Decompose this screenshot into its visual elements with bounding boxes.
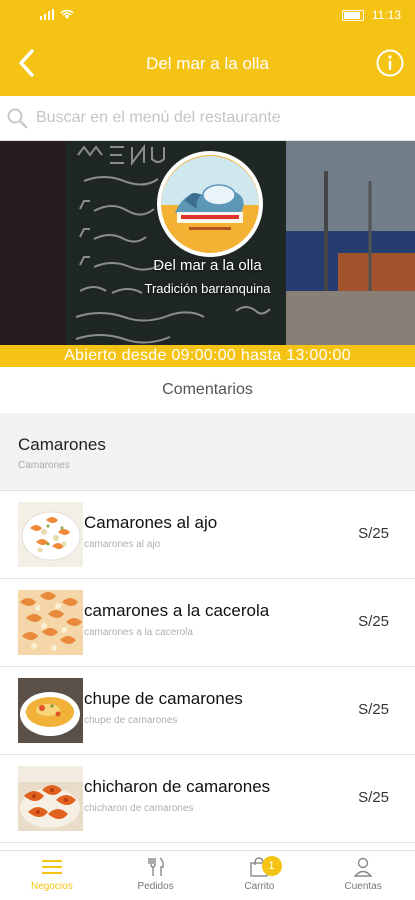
cart-count-badge: 1 bbox=[261, 856, 282, 876]
menu-item-name: Camarones al ajo bbox=[84, 513, 218, 532]
opening-hours: Abierto desde 09:00:00 hasta 13:00:00 bbox=[0, 345, 415, 367]
nav-label: Pedidos bbox=[137, 881, 174, 892]
menu-item-name: chicharon de camarones bbox=[84, 777, 271, 796]
menu-item-camarones-a-la-cacerola[interactable]: camarones a la cacerola camarones a la c… bbox=[0, 579, 415, 667]
status-time: 11:13 bbox=[371, 8, 401, 22]
category-subtitle: Camarones bbox=[18, 460, 70, 471]
restaurant-banner: Del mar a la olla Tradición barranquina bbox=[0, 141, 415, 345]
search-icon bbox=[6, 107, 28, 134]
nav-label: Carrito bbox=[244, 881, 275, 892]
menu-item-price: S/25 bbox=[358, 525, 389, 542]
restaurant-tagline: Tradición barranquina bbox=[144, 281, 271, 296]
app-bar: Del mar a la olla bbox=[0, 30, 415, 96]
chevron-left-icon bbox=[19, 49, 34, 77]
menu-item-description: camarones a la cacerola bbox=[84, 627, 193, 638]
page-title: Del mar a la olla bbox=[146, 54, 269, 73]
menu-item-price: S/25 bbox=[358, 613, 389, 630]
nav-label: Cuentas bbox=[344, 881, 382, 892]
nav-cuentas[interactable]: Cuentas bbox=[311, 851, 415, 900]
comments-button[interactable]: Comentarios bbox=[0, 367, 415, 413]
dish-photo bbox=[18, 678, 83, 743]
search-input[interactable] bbox=[36, 104, 406, 132]
category-header[interactable]: Camarones Camarones bbox=[0, 413, 415, 491]
nav-label: Negocios bbox=[31, 881, 73, 892]
category-title: Camarones bbox=[18, 435, 106, 454]
nav-carrito[interactable]: Carrito 1 bbox=[208, 851, 312, 900]
menu-item-camarones-al-ajo[interactable]: Camarones al ajo camarones al ajo S/25 bbox=[0, 491, 415, 579]
list-icon bbox=[41, 860, 62, 874]
menu-item-price: S/25 bbox=[358, 789, 389, 806]
wifi-icon bbox=[60, 9, 74, 23]
restaurant-name: Del mar a la olla bbox=[153, 257, 262, 274]
back-button[interactable] bbox=[8, 44, 44, 82]
menu-item-name: chupe de camarones bbox=[84, 689, 243, 708]
search-bar bbox=[0, 96, 415, 141]
status-bar: 11:13 bbox=[0, 0, 415, 30]
nav-pedidos[interactable]: Pedidos bbox=[104, 851, 208, 900]
menu-item-chicharon-de-camarones[interactable]: chicharon de camarones chicharon de cama… bbox=[0, 755, 415, 843]
menu-item-chupe-de-camarones[interactable]: chupe de camarones chupe de camarones S/… bbox=[0, 667, 415, 755]
info-icon bbox=[376, 49, 404, 77]
bottom-navigation: Negocios Pedidos Carrito 1 Cuentas bbox=[0, 850, 415, 900]
menu-item-name: camarones a la cacerola bbox=[84, 601, 270, 620]
menu-item-description: camarones al ajo bbox=[84, 539, 161, 550]
menu-item-description: chicharon de camarones bbox=[84, 803, 194, 814]
fork-knife-icon bbox=[147, 857, 164, 876]
menu-list: Camarones al ajo camarones al ajo S/25 c… bbox=[0, 491, 415, 843]
signal-icon bbox=[40, 9, 54, 23]
user-icon bbox=[353, 857, 373, 877]
restaurant-logo bbox=[157, 151, 263, 257]
info-button[interactable] bbox=[375, 48, 405, 78]
nav-negocios[interactable]: Negocios bbox=[0, 851, 104, 900]
battery-icon bbox=[341, 9, 364, 21]
menu-item-price: S/25 bbox=[358, 701, 389, 718]
dish-photo bbox=[18, 502, 83, 567]
dish-photo bbox=[18, 766, 83, 831]
dish-photo bbox=[18, 590, 83, 655]
menu-item-description: chupe de camarones bbox=[84, 715, 178, 726]
